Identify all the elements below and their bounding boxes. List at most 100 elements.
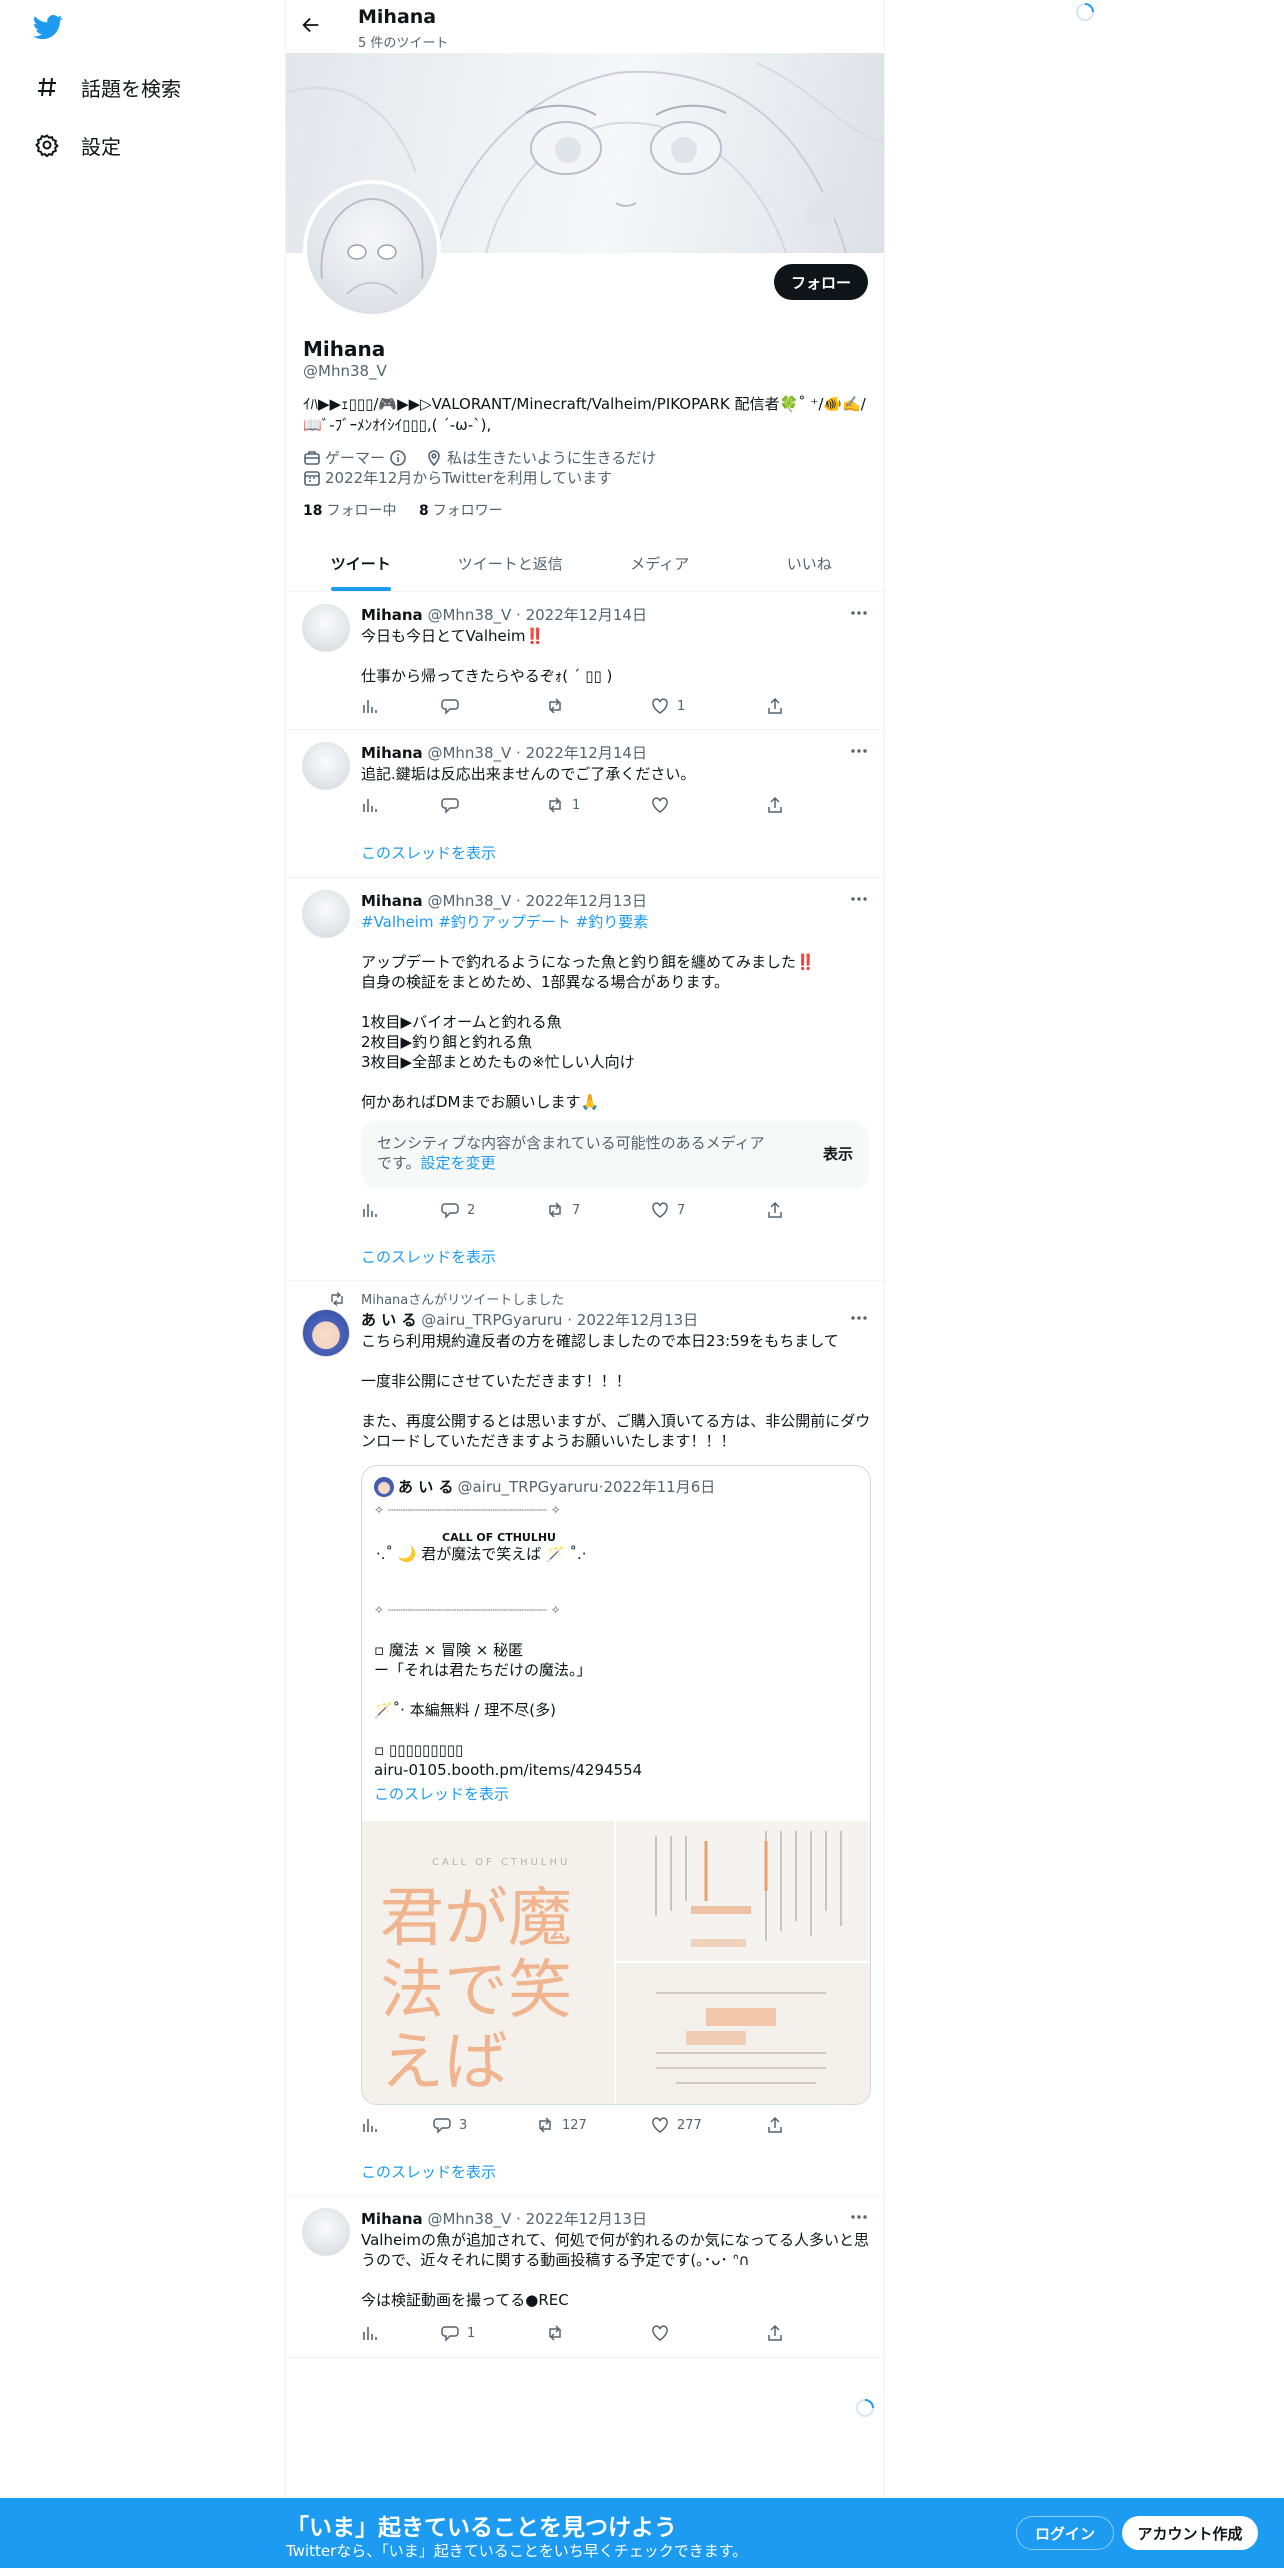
tweet-date[interactable]: 2022年12月13日: [526, 892, 647, 910]
tweet[interactable]: Mihanaさんがリツイートしました あ い る @airu_TRPGyarur…: [286, 1281, 884, 2196]
analytics-button[interactable]: [361, 2324, 387, 2342]
quoted-image[interactable]: CALL OF CTHULHU 君が魔法で笑えば: [362, 1821, 614, 2104]
show-thread-link[interactable]: このスレッドを表示: [361, 1246, 496, 1267]
analytics-icon: [363, 799, 377, 812]
tweet-avatar[interactable]: [302, 1309, 350, 1357]
loading-spinner-icon: [855, 2398, 875, 2418]
analytics-button[interactable]: [361, 2116, 387, 2134]
tweet[interactable]: Mihana @Mhn38_V · 2022年12月13日 #Valheim #…: [286, 878, 884, 1281]
tweet-date[interactable]: 2022年12月13日: [526, 2210, 647, 2228]
profile-avatar[interactable]: [303, 180, 441, 318]
twitter-logo-icon[interactable]: [33, 12, 63, 42]
share-button[interactable]: [766, 2116, 792, 2134]
like-button[interactable]: 1: [651, 697, 685, 715]
followers-link[interactable]: 8 フォロワー: [419, 503, 503, 519]
reply-button[interactable]: 1: [441, 2324, 475, 2342]
tweet-author-name[interactable]: Mihana: [361, 606, 423, 624]
tweet-date[interactable]: 2022年12月14日: [526, 606, 647, 624]
tweet-date[interactable]: 2022年12月13日: [577, 1311, 698, 1329]
like-button[interactable]: [651, 796, 677, 814]
nav-explore[interactable]: 話題を検索: [34, 67, 181, 107]
tab-tweets-and-replies[interactable]: ツイートと返信: [436, 535, 586, 591]
reply-button[interactable]: 3: [433, 2116, 467, 2134]
tweet-author-handle[interactable]: @Mhn38_V: [427, 892, 511, 910]
quoted-image[interactable]: [616, 1821, 870, 1961]
retweet-button[interactable]: 7: [546, 1201, 580, 1219]
quoted-tweet[interactable]: あ い る @airu_TRPGyaruru · 2022年11月6日 ✧ ┈┈…: [361, 1465, 871, 2105]
tweet-avatar[interactable]: [302, 604, 350, 652]
share-button[interactable]: [766, 796, 792, 814]
nav-settings[interactable]: 設定: [34, 125, 121, 165]
tab-likes[interactable]: いいね: [735, 535, 885, 591]
tweet-hashtags[interactable]: #Valheim #釣りアップデート #釣り要素: [361, 912, 871, 932]
quoted-image[interactable]: [616, 1963, 870, 2104]
tweet-author-name[interactable]: Mihana: [361, 892, 423, 910]
analytics-button[interactable]: [361, 697, 387, 715]
tweet-header: Mihana @Mhn38_V · 2022年12月13日: [361, 892, 647, 910]
tweet-author-name[interactable]: Mihana: [361, 744, 423, 762]
info-icon[interactable]: [389, 449, 407, 467]
profile-header-bar: Mihana 5 件のツイート: [286, 0, 884, 53]
retweet-button[interactable]: 1: [546, 796, 580, 814]
retweet-button[interactable]: 127: [536, 2116, 587, 2134]
reply-button[interactable]: [441, 796, 467, 814]
tweet-author-handle[interactable]: @Mhn38_V: [427, 606, 511, 624]
heart-icon: [652, 797, 668, 813]
login-button[interactable]: ログイン: [1016, 2516, 1114, 2550]
show-media-button[interactable]: 表示: [823, 1143, 853, 1164]
gear-icon: [34, 132, 60, 158]
reply-button[interactable]: [441, 697, 467, 715]
retweet-count: 1: [572, 797, 581, 813]
tweet-avatar[interactable]: [302, 890, 350, 938]
tweet-author-handle[interactable]: @airu_TRPGyaruru: [421, 1311, 562, 1329]
more-options-icon[interactable]: [848, 888, 870, 910]
tab-tweets[interactable]: ツイート: [286, 535, 436, 591]
more-options-icon[interactable]: [848, 602, 870, 624]
like-button[interactable]: 7: [651, 1201, 685, 1219]
like-button[interactable]: 277: [651, 2116, 702, 2134]
quoted-text-line: ▫︎ ▯▯▯▯▯▯▯▯▯: [374, 1741, 464, 1759]
tweet-avatar[interactable]: [302, 742, 350, 790]
tweet-author-name[interactable]: Mihana: [361, 2210, 423, 2228]
header-name: Mihana: [358, 6, 437, 28]
analytics-button[interactable]: [361, 796, 387, 814]
tweet-author-handle[interactable]: @Mhn38_V: [427, 744, 511, 762]
share-button[interactable]: [766, 2324, 792, 2342]
profile-follow-stats: 18 フォロー中 8 フォロワー: [303, 500, 503, 520]
analytics-button[interactable]: [361, 1201, 387, 1219]
tweet-actions: 2 7 7: [361, 1201, 791, 1221]
tweet[interactable]: Mihana @Mhn38_V · 2022年12月14日 追記.鍵垢は反応出来…: [286, 730, 884, 878]
share-button[interactable]: [766, 1201, 792, 1219]
back-arrow-icon[interactable]: [300, 14, 326, 40]
reply-button[interactable]: 2: [441, 1201, 475, 1219]
show-thread-link[interactable]: このスレッドを表示: [361, 842, 496, 863]
tab-media[interactable]: メディア: [585, 535, 735, 591]
signup-button[interactable]: アカウント作成: [1122, 2516, 1258, 2550]
change-settings-link[interactable]: 設定を変更: [421, 1154, 496, 1172]
tweet-author-name[interactable]: あ い る: [361, 1311, 416, 1329]
quoted-divider: ✧ ┈┈┈┈┈┈┈┈┈┈┈┈┈┈┈┈┈┈┈┈┈┈ ✧: [374, 1503, 561, 1517]
retweet-button[interactable]: [546, 697, 572, 715]
follow-button[interactable]: フォロー: [774, 264, 868, 300]
tweet-author-handle[interactable]: @Mhn38_V: [427, 2210, 511, 2228]
tweet[interactable]: Mihana @Mhn38_V · 2022年12月14日 今日も今日とてVal…: [286, 592, 884, 730]
calendar-icon: [303, 469, 321, 487]
more-options-icon[interactable]: [848, 740, 870, 762]
quoted-show-thread-link[interactable]: このスレッドを表示: [374, 1784, 864, 1804]
image-subtitle: CALL OF CTHULHU: [432, 1857, 571, 1868]
tweet-date[interactable]: 2022年12月14日: [526, 744, 647, 762]
more-options-icon[interactable]: [848, 2206, 870, 2228]
show-thread-link[interactable]: このスレッドを表示: [361, 2161, 496, 2182]
tweet-header: Mihana @Mhn38_V · 2022年12月13日: [361, 2210, 647, 2228]
loading-spinner-icon: [1075, 2, 1095, 22]
more-options-icon[interactable]: [848, 1307, 870, 1329]
retweet-context-label[interactable]: Mihanaさんがリツイートしました: [361, 1289, 564, 1308]
share-button[interactable]: [766, 697, 792, 715]
following-link[interactable]: 18 フォロー中: [303, 503, 396, 519]
retweet-button[interactable]: [546, 2324, 572, 2342]
share-icon: [768, 2324, 782, 2341]
like-button[interactable]: [651, 2324, 677, 2342]
tweet-avatar[interactable]: [302, 2208, 350, 2256]
retweet-icon: [549, 1202, 561, 1218]
tweet[interactable]: Mihana @Mhn38_V · 2022年12月13日 Valheimの魚が…: [286, 2196, 884, 2358]
